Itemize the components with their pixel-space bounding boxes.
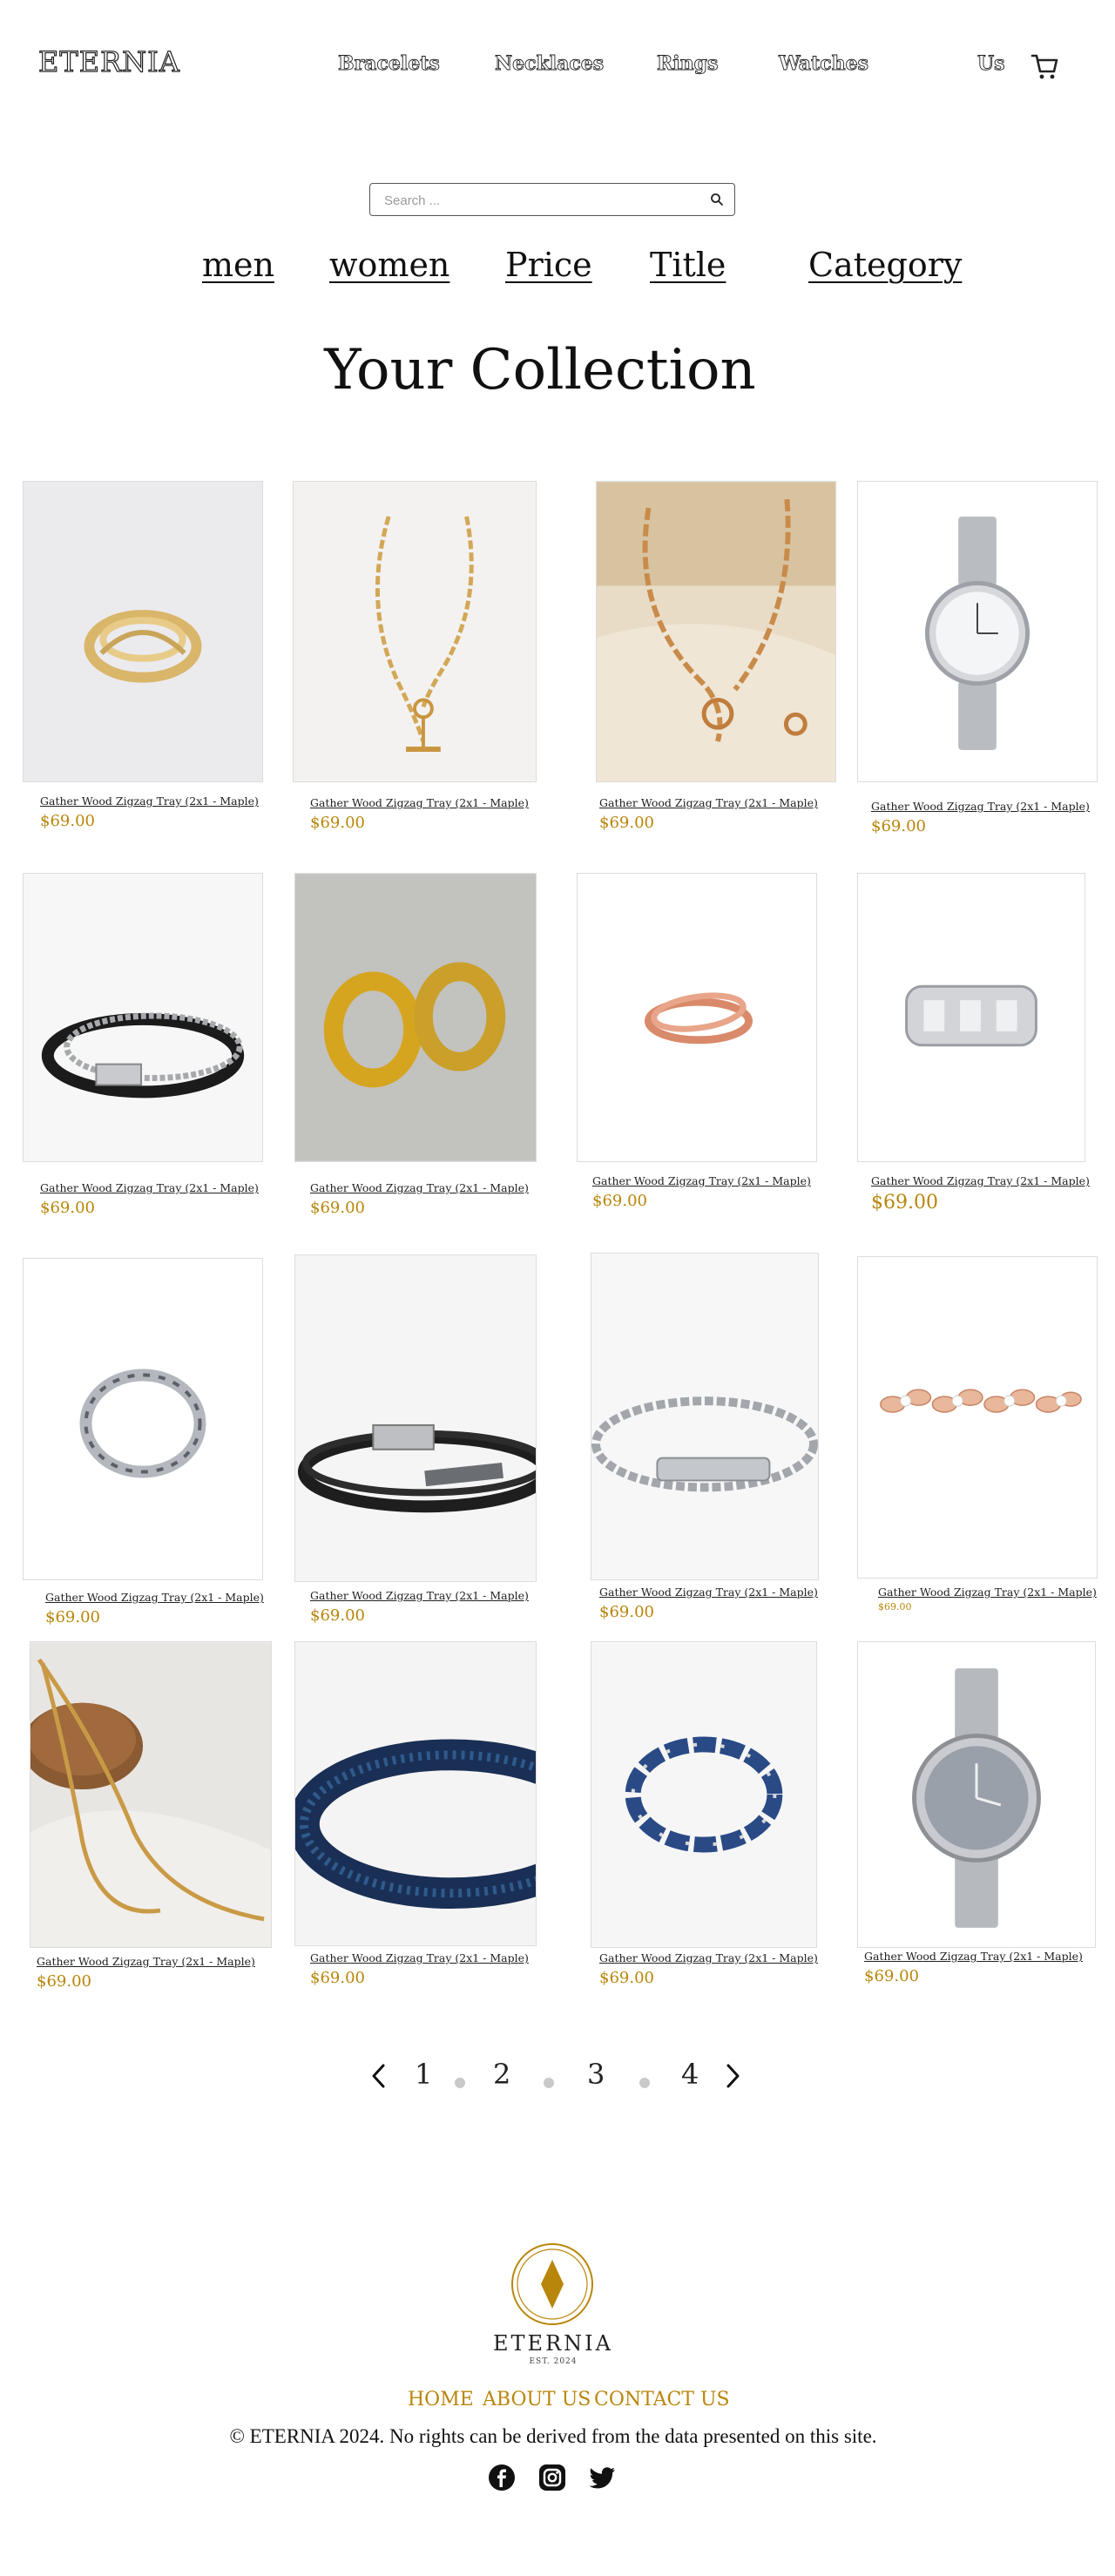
product-image-blue-bead-bracelet[interactable] — [591, 1641, 817, 1948]
product-title[interactable]: Gather Wood Zigzag Tray (2x1 - Maple) — [45, 1591, 264, 1604]
product-title[interactable]: Gather Wood Zigzag Tray (2x1 - Maple) — [40, 794, 259, 808]
footer-brand: ETERNIA — [493, 2331, 613, 2356]
instagram-icon[interactable] — [538, 2464, 566, 2491]
product-title[interactable]: Gather Wood Zigzag Tray (2x1 - Maple) — [592, 1174, 811, 1187]
product-price: $69.00 — [864, 1967, 919, 1985]
product-image-silver-id-bracelet[interactable] — [591, 1253, 819, 1580]
product-price: $69.00 — [599, 1969, 654, 1987]
product-title[interactable]: Gather Wood Zigzag Tray (2x1 - Maple) — [310, 1181, 529, 1194]
nav-necklaces[interactable]: Necklaces — [495, 52, 605, 76]
copyright-text: © ETERNIA 2024. No rights can be derived… — [229, 2425, 877, 2447]
page-separator — [639, 2078, 650, 2088]
search-input[interactable] — [382, 189, 699, 212]
brand-logo[interactable]: ETERNIA — [37, 44, 180, 78]
nav-bracelets[interactable]: Bracelets — [338, 52, 441, 76]
product-title[interactable]: Gather Wood Zigzag Tray (2x1 - Maple) — [310, 1589, 529, 1602]
footer-link-home[interactable]: HOME — [408, 2389, 474, 2410]
filter-men[interactable]: men — [202, 246, 274, 284]
product-price: $69.00 — [40, 1199, 95, 1217]
product-title[interactable]: Gather Wood Zigzag Tray (2x1 - Maple) — [310, 1951, 529, 1964]
product-title[interactable]: Gather Wood Zigzag Tray (2x1 - Maple) — [871, 800, 1090, 813]
product-image-gold-hoop-earrings[interactable] — [294, 873, 537, 1162]
twitter-icon[interactable] — [589, 2464, 617, 2491]
product-image-black-leather-bracelet[interactable] — [294, 1254, 537, 1582]
product-image-gold-chain-toggle-necklace[interactable] — [293, 481, 537, 782]
product-price: $69.00 — [37, 1972, 91, 1991]
product-image-gold-cuff-bracelet[interactable] — [23, 481, 263, 782]
chevron-left-icon[interactable] — [369, 2063, 389, 2089]
product-image-silver-geometric-ring[interactable] — [857, 873, 1085, 1162]
product-image-rose-gold-diamond-band[interactable] — [857, 1256, 1098, 1579]
product-image-silver-pattern-ring[interactable] — [23, 1258, 263, 1580]
product-title[interactable]: Gather Wood Zigzag Tray (2x1 - Maple) — [599, 1951, 818, 1964]
product-title[interactable]: Gather Wood Zigzag Tray (2x1 - Maple) — [40, 1181, 259, 1194]
nav-rings[interactable]: Rings — [657, 52, 719, 76]
product-price: $69.00 — [871, 817, 926, 835]
footer-link-contact-us[interactable]: CONTACT US — [594, 2389, 730, 2410]
product-price: $69.00 — [45, 1608, 100, 1626]
search-bar — [369, 183, 735, 216]
filter-women[interactable]: women — [329, 246, 449, 284]
product-image-blue-beaded-bracelet[interactable] — [294, 1641, 537, 1946]
product-price: $69.00 — [599, 1603, 654, 1621]
product-price: $69.00 — [599, 814, 654, 832]
nav-us[interactable]: Us — [977, 52, 1005, 76]
product-price: $69.00 — [310, 814, 365, 832]
product-title[interactable]: Gather Wood Zigzag Tray (2x1 - Maple) — [37, 1955, 255, 1968]
page-separator — [455, 2078, 465, 2088]
filter-category[interactable]: Category — [808, 246, 962, 284]
facebook-icon[interactable] — [488, 2464, 516, 2491]
product-title[interactable]: Gather Wood Zigzag Tray (2x1 - Maple) — [864, 1950, 1083, 1963]
page-1[interactable]: 1 — [415, 2058, 432, 2091]
product-image-gold-link-necklace[interactable] — [596, 481, 836, 782]
product-image-rose-gold-crossover-ring[interactable] — [577, 873, 817, 1162]
page-separator — [544, 2078, 554, 2088]
filter-price[interactable]: Price — [505, 246, 592, 284]
product-price: $69.00 — [878, 1601, 912, 1613]
page-title: Your Collection — [324, 338, 756, 402]
chevron-right-icon[interactable] — [723, 2063, 742, 2089]
product-price: $69.00 — [310, 1199, 365, 1217]
nav-watches[interactable]: Watches — [779, 52, 869, 76]
product-title[interactable]: Gather Wood Zigzag Tray (2x1 - Maple) — [599, 796, 818, 809]
product-title[interactable]: Gather Wood Zigzag Tray (2x1 - Maple) — [310, 796, 529, 809]
product-title[interactable]: Gather Wood Zigzag Tray (2x1 - Maple) — [871, 1174, 1090, 1187]
footer-est: EST. 2024 — [529, 2357, 578, 2366]
search-icon[interactable] — [710, 193, 724, 206]
product-title[interactable]: Gather Wood Zigzag Tray (2x1 - Maple) — [599, 1585, 818, 1599]
footer-link-about-us[interactable]: ABOUT US — [483, 2389, 591, 2410]
page-3[interactable]: 3 — [587, 2058, 605, 2091]
product-price: $69.00 — [40, 812, 95, 830]
footer-logo-emblem — [509, 2241, 596, 2328]
page-2[interactable]: 2 — [493, 2058, 510, 2091]
page-4[interactable]: 4 — [681, 2058, 699, 2091]
product-image-silver-wristwatch[interactable] — [857, 481, 1098, 782]
product-price: $69.00 — [592, 1192, 647, 1210]
product-price: $69.00 — [310, 1606, 365, 1625]
product-title[interactable]: Gather Wood Zigzag Tray (2x1 - Maple) — [878, 1585, 1097, 1599]
product-image-silver-roman-watch[interactable] — [857, 1641, 1096, 1948]
product-image-gold-herringbone-necklace[interactable] — [30, 1641, 272, 1948]
product-price: $69.00 — [310, 1969, 365, 1987]
cart-icon[interactable] — [1030, 51, 1061, 82]
filter-title[interactable]: Title — [650, 246, 726, 284]
product-image-black-silver-chain-bracelet[interactable] — [23, 873, 263, 1162]
product-price: $69.00 — [871, 1192, 938, 1214]
